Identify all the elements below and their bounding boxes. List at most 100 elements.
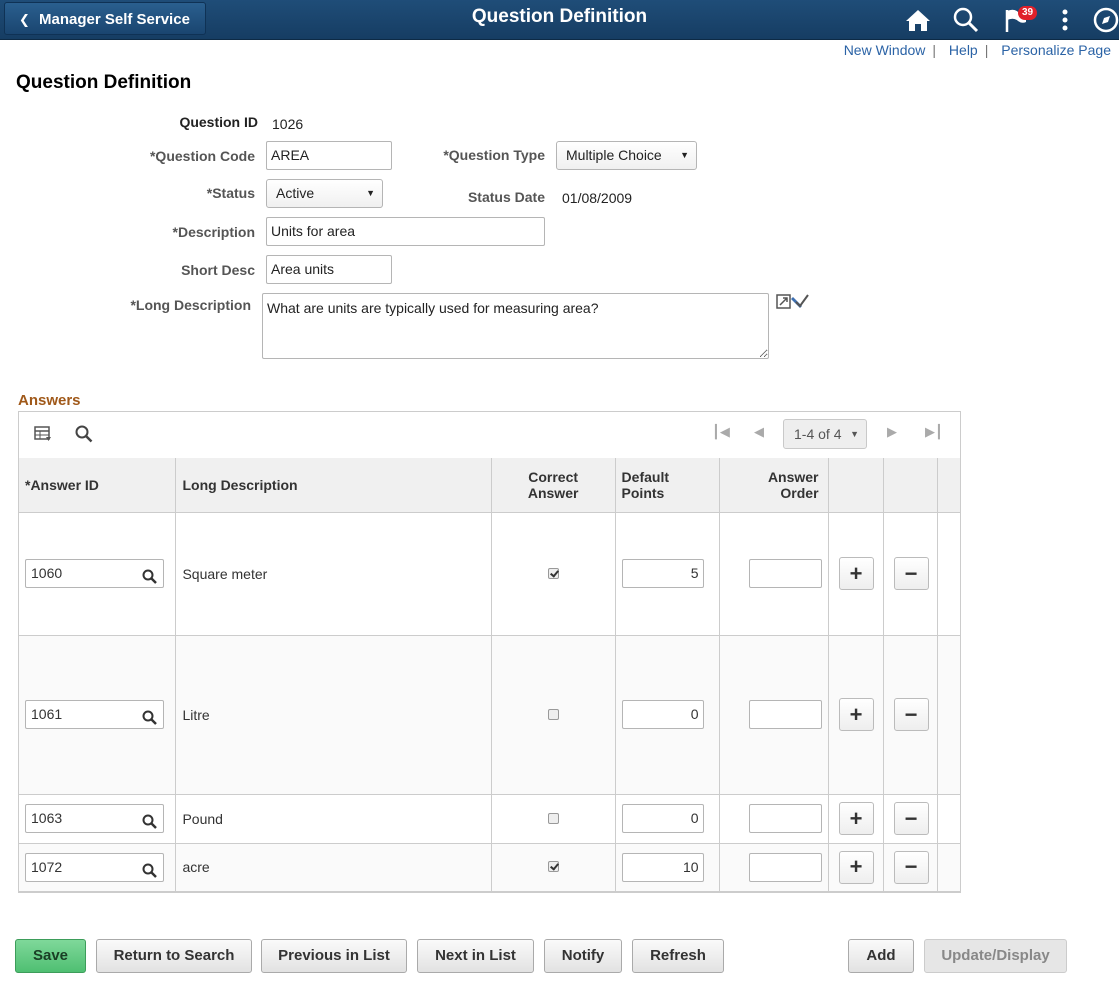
add-row-button[interactable]: + [838, 557, 874, 590]
dropdown-arrow-icon: ▼ [850, 429, 859, 439]
dropdown-arrow-icon: ▼ [366, 188, 375, 198]
col-long-description: Long Description [175, 458, 492, 513]
notify-button[interactable]: Notify [544, 939, 622, 973]
answer-order-field[interactable] [748, 700, 822, 729]
default-points-field[interactable]: 0 [621, 700, 704, 729]
answer-order-field[interactable] [748, 804, 822, 833]
magnifier-icon[interactable] [142, 811, 157, 838]
answer-description: Pound [175, 794, 492, 844]
delete-row-button[interactable]: − [893, 698, 929, 731]
minus-icon: − [904, 560, 918, 586]
back-button-label: Manager Self Service [39, 11, 190, 28]
magnifier-icon[interactable] [142, 707, 157, 734]
next-page-icon[interactable]: ▶ [887, 424, 897, 440]
default-points-field[interactable]: 10 [621, 852, 704, 882]
notification-badge: 39 [1018, 6, 1038, 20]
question-type-label: *Question Type [443, 147, 545, 163]
new-window-link[interactable]: New Window [844, 42, 926, 58]
more-vertical-icon[interactable] [1055, 0, 1075, 39]
spell-check-icon[interactable] [776, 292, 810, 315]
col-answer-order-line1: Answer [767, 468, 819, 485]
col-default-points-line2: Points [621, 484, 665, 501]
grid-view-icon[interactable] [34, 425, 52, 446]
return-to-search-button[interactable]: Return to Search [96, 939, 252, 973]
answer-id-field[interactable]: 1072 [25, 852, 164, 882]
help-link[interactable]: Help [949, 42, 978, 58]
col-default-points-line1: Default [621, 468, 669, 485]
chevron-left-icon: ❮ [19, 12, 30, 27]
answer-id-field[interactable]: 1061 [25, 700, 164, 729]
question-code-field[interactable]: AREA [266, 141, 392, 170]
previous-in-list-button[interactable]: Previous in List [261, 939, 407, 973]
navbar-icon[interactable] [1090, 0, 1119, 39]
default-points-field[interactable]: 0 [621, 804, 704, 833]
answers-table: *Answer ID Long Description Correct Answ… [19, 458, 960, 892]
answers-section-title: Answers [18, 392, 81, 409]
description-label: *Description [172, 224, 255, 240]
status-value: Active [276, 185, 315, 201]
long-description-textarea[interactable] [262, 293, 769, 359]
col-delete [883, 458, 939, 513]
add-row-button[interactable]: + [838, 850, 874, 884]
delete-row-button[interactable]: − [893, 850, 929, 884]
pager-value: 1-4 of 4 [794, 426, 842, 442]
personalize-page-link[interactable]: Personalize Page [1001, 42, 1111, 58]
pager-select[interactable]: 1-4 of 4 ▼ [783, 419, 867, 449]
next-in-list-button[interactable]: Next in List [417, 939, 534, 973]
col-correct-answer: Correct Answer [491, 458, 616, 513]
save-button[interactable]: Save [15, 939, 86, 973]
dropdown-arrow-icon: ▼ [680, 150, 689, 160]
minus-icon: − [904, 854, 918, 879]
previous-page-icon[interactable]: ◀ [754, 424, 764, 440]
find-icon[interactable] [75, 425, 93, 446]
answer-id-value: 1061 [31, 706, 63, 722]
plus-icon: + [849, 560, 863, 586]
answer-id-field[interactable]: 1063 [25, 804, 164, 833]
table-header-row: *Answer ID Long Description Correct Answ… [19, 458, 960, 513]
answer-id-value: 1063 [31, 810, 63, 826]
table-row: 1072 acre 10 + − [19, 843, 960, 892]
answer-id-value: 1060 [31, 565, 63, 581]
correct-answer-checkbox[interactable] [547, 567, 559, 579]
answer-id-field[interactable]: 1060 [25, 559, 164, 588]
table-row: 1063 Pound 0 + − [19, 794, 960, 844]
answer-order-field[interactable] [748, 559, 822, 588]
add-row-button[interactable]: + [838, 698, 874, 731]
last-page-icon[interactable]: ▶┃ [925, 424, 943, 440]
col-add [828, 458, 884, 513]
question-type-select[interactable]: Multiple Choice ▼ [556, 141, 697, 170]
refresh-button[interactable]: Refresh [632, 939, 724, 973]
correct-answer-checkbox[interactable] [547, 812, 559, 824]
delete-row-button[interactable]: − [893, 557, 929, 590]
answer-description: Litre [175, 635, 492, 795]
answer-id-value: 1072 [31, 858, 63, 875]
delete-row-button[interactable]: − [893, 802, 929, 835]
description-field[interactable]: Units for area [266, 217, 545, 246]
add-row-button[interactable]: + [838, 802, 874, 835]
answers-grid: ┃◀ ◀ 1-4 of 4 ▼ ▶ ▶┃ *Answer ID Long Des… [18, 411, 961, 893]
default-points-field[interactable]: 5 [621, 559, 704, 588]
short-desc-field[interactable]: Area units [266, 255, 392, 284]
grid-toolbar: ┃◀ ◀ 1-4 of 4 ▼ ▶ ▶┃ [19, 412, 960, 459]
answer-order-field[interactable] [748, 852, 822, 882]
table-row: 1060 Square meter 5 + − [19, 512, 960, 636]
page-links: New Window | Help | Personalize Page [843, 42, 1111, 58]
home-icon[interactable] [903, 0, 933, 39]
page-title: Question Definition [16, 72, 192, 93]
search-icon[interactable] [951, 0, 981, 39]
add-button[interactable]: Add [848, 939, 914, 973]
correct-answer-checkbox[interactable] [547, 708, 559, 720]
status-select[interactable]: Active ▼ [266, 179, 383, 208]
long-description-label: *Long Description [130, 297, 251, 313]
question-id-value: 1026 [272, 116, 304, 132]
magnifier-icon[interactable] [142, 860, 157, 887]
answer-description: acre [175, 843, 492, 892]
back-button[interactable]: ❮ Manager Self Service [4, 2, 206, 35]
magnifier-icon[interactable] [142, 566, 157, 593]
col-correct-answer-line1: Correct [528, 468, 579, 485]
short-desc-label: Short Desc [181, 262, 255, 278]
status-date-value: 01/08/2009 [562, 190, 633, 206]
correct-answer-checkbox[interactable] [547, 861, 559, 872]
first-page-icon[interactable]: ┃◀ [712, 424, 730, 440]
col-answer-id: *Answer ID [19, 458, 177, 513]
